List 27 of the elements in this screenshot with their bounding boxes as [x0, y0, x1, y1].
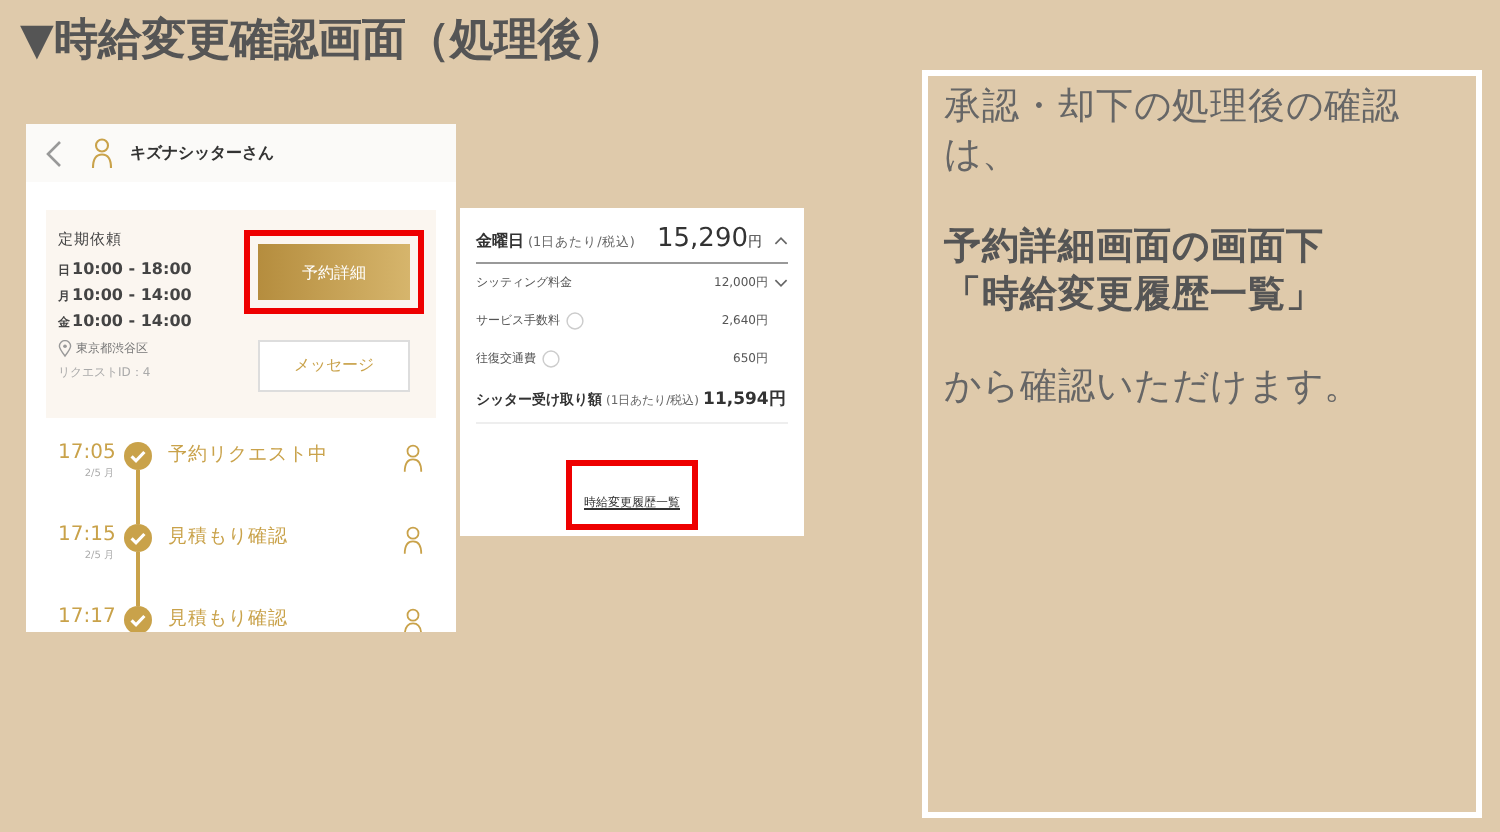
expand-icon[interactable] [774, 278, 788, 288]
person-icon [402, 441, 424, 473]
location-pin-icon [58, 340, 72, 358]
receive-amount: 11,594円 [703, 388, 787, 412]
help-icon[interactable] [566, 312, 584, 330]
slide-title: ▼時給変更確認画面（処理後） [20, 13, 628, 70]
total-price: 15,290 [657, 224, 748, 254]
person-icon [402, 605, 424, 632]
timeline-status: 見積もり確認 [168, 605, 290, 632]
collapse-icon[interactable] [774, 236, 788, 246]
day-label: 金曜日 [476, 230, 524, 252]
person-icon [402, 523, 424, 555]
note-text: から確認いただけます。 [944, 364, 1364, 412]
note-text: 承認・却下の処理後の確認は、 [944, 84, 1402, 180]
message-button[interactable]: メッセージ [258, 339, 410, 391]
note-text: 「時給変更履歴一覧」 [944, 272, 1326, 320]
back-icon[interactable] [46, 139, 62, 167]
timeline-status: 予約リクエスト中 [168, 441, 330, 469]
note-text: 予約詳細画面の画面下 [944, 224, 1326, 272]
avatar-icon [90, 136, 114, 170]
sitter-name: キズナシッターさん [130, 142, 274, 164]
timeline-time: 17:15 [58, 523, 114, 547]
timeline-time: 17:05 [58, 441, 114, 465]
timeline-status: 見積もり確認 [168, 523, 290, 551]
help-icon[interactable] [542, 350, 560, 368]
reservation-detail-button[interactable]: 予約詳細 [258, 244, 410, 300]
timeline-time: 17:17 [58, 605, 114, 629]
